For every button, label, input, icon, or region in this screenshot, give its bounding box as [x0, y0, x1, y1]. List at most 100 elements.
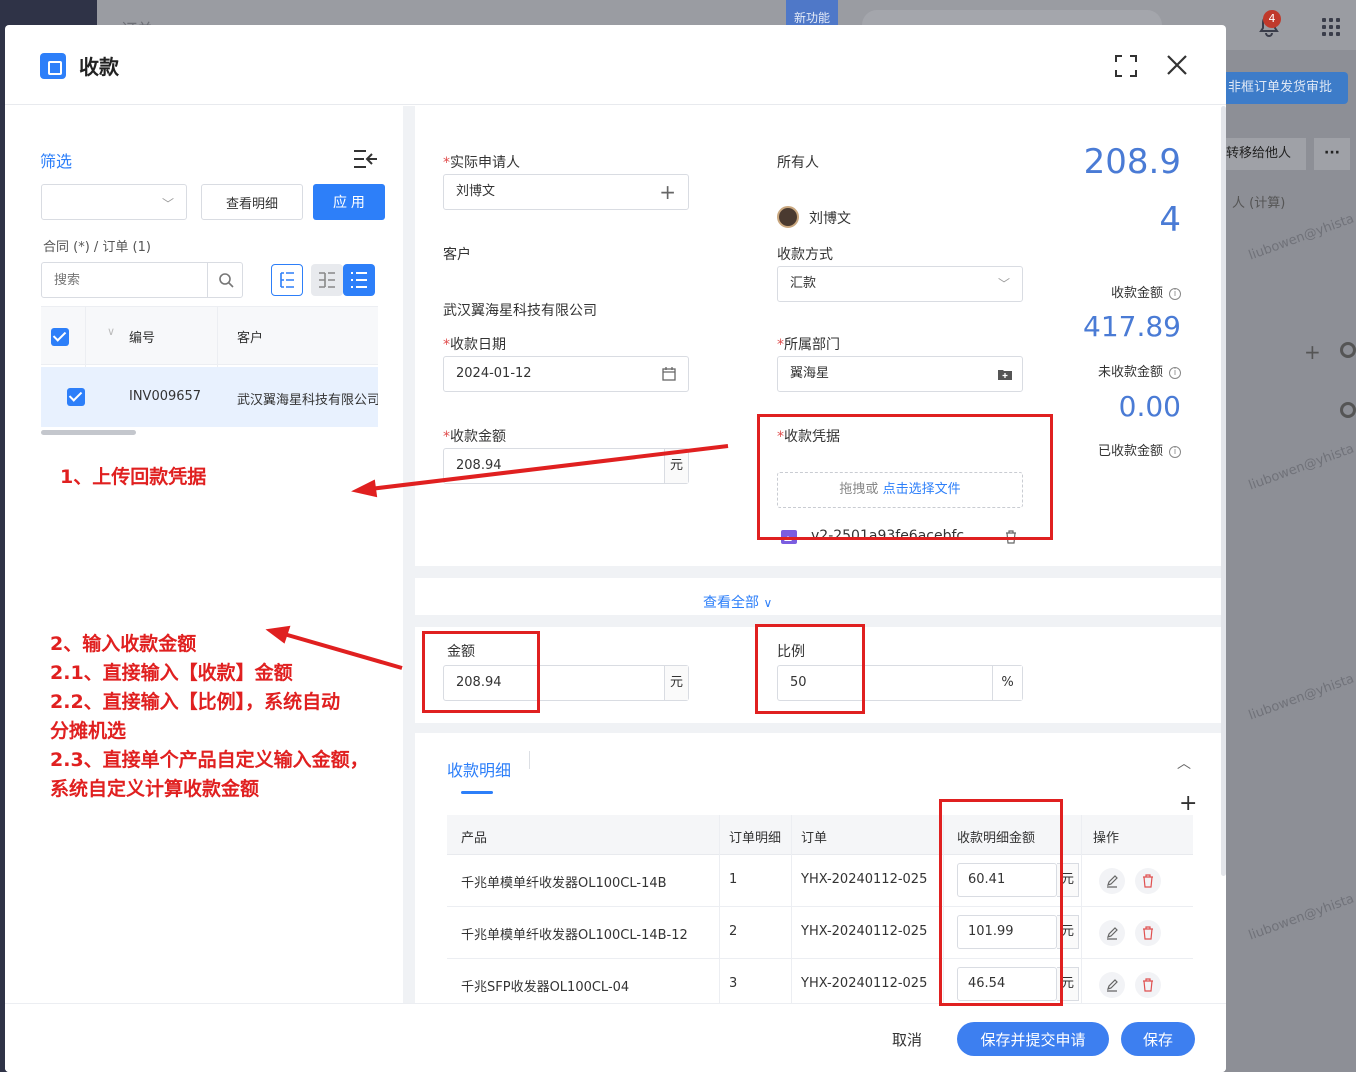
annotation-upload-voucher: 1、上传回款凭据	[60, 466, 207, 488]
view-detail-button[interactable]: 查看明细	[201, 184, 303, 220]
background-calc-label: 人 (计算)	[1232, 196, 1286, 211]
voucher-highlight-box	[757, 414, 1053, 540]
filter-select[interactable]: ﹀	[41, 184, 187, 220]
approve-button: 非框订单发货审批	[1226, 72, 1348, 104]
fullscreen-icon[interactable]	[1115, 55, 1137, 77]
close-icon[interactable]	[1165, 53, 1189, 77]
add-row-button[interactable]: +	[1179, 791, 1197, 816]
gear-icon	[1340, 402, 1356, 418]
info-icon[interactable]: i	[1169, 366, 1181, 379]
order-grid: ∨ 编号 客户 INV009657 武汉翼海星科技有限公司	[41, 306, 378, 438]
select-all-checkbox[interactable]	[51, 328, 69, 346]
section-divider	[415, 566, 1221, 578]
row-checkbox[interactable]	[67, 388, 85, 406]
col-order-line: 订单明细	[729, 831, 782, 846]
add-icon[interactable]: +	[659, 175, 676, 209]
collapse-section-icon[interactable]: ︿	[1177, 753, 1191, 773]
view-all-link[interactable]: 查看全部 ∨	[703, 592, 772, 612]
collected-amount-value: 0.00	[1118, 390, 1181, 423]
cell-order: YHX-20240112-025	[801, 872, 928, 887]
apply-button[interactable]: 应 用	[313, 184, 385, 220]
modal-footer: 取消 保存并提交申请 保存	[5, 1003, 1226, 1072]
search-input[interactable]	[42, 263, 206, 297]
chevron-down-icon: ﹀	[997, 277, 1010, 291]
tree-view-button[interactable]	[271, 264, 303, 296]
filter-tabs[interactable]: 合同 (*) / 订单 (1)	[43, 236, 151, 255]
collapse-panel-icon[interactable]	[353, 148, 379, 170]
flat-view-button[interactable]	[311, 264, 343, 296]
annotation-amount-step: 系统自定义计算收款金额	[50, 778, 260, 800]
cancel-button[interactable]: 取消	[871, 1022, 943, 1056]
date-field[interactable]: 2024-01-12	[443, 356, 689, 392]
filter-title: 筛选	[40, 152, 73, 171]
edit-icon[interactable]	[1099, 920, 1125, 946]
amount-highlight-box	[422, 631, 540, 713]
tab-payment-details[interactable]: 收款明细	[447, 757, 511, 781]
unreceived-amount-label: 未收款金额 i	[1098, 361, 1181, 380]
cell-order: YHX-20240112-025	[801, 924, 928, 939]
grid-header-id: 编号	[129, 331, 156, 346]
annotation-amount-step: 分摊机选	[50, 720, 127, 742]
date-label: *收款日期	[443, 337, 506, 353]
payment-icon	[40, 53, 66, 79]
save-and-submit-button[interactable]: 保存并提交申请	[957, 1022, 1109, 1056]
grid-cell-id: INV009657	[129, 389, 202, 404]
annotation-amount-step: 2.2、直接输入【比例】，系统自动	[50, 691, 341, 713]
cell-order-line: 3	[729, 976, 738, 991]
search-icon[interactable]	[218, 272, 234, 288]
section-divider	[415, 723, 1221, 733]
info-icon[interactable]: i	[1169, 445, 1181, 458]
calendar-icon[interactable]	[662, 367, 676, 381]
department-label: *所属部门	[777, 337, 840, 353]
tab-separator	[529, 751, 530, 769]
filter-search	[41, 262, 243, 298]
unreceived-amount-value: 417.89	[1083, 310, 1181, 343]
horizontal-scrollbar[interactable]	[41, 430, 136, 435]
filter-panel: 筛选 ﹀ 查看明细 应 用 合同 (*) / 订单 (1) ∨ 编号 客户	[5, 106, 403, 1072]
delete-icon[interactable]	[1135, 920, 1161, 946]
ratio-highlight-box	[755, 624, 865, 714]
modal-title: 收款	[79, 55, 119, 79]
table-row[interactable]: INV009657 武汉翼海星科技有限公司	[41, 367, 378, 427]
department-field[interactable]: 翼海星	[777, 356, 1023, 392]
folder-icon[interactable]	[998, 368, 1012, 380]
tab-underline	[461, 791, 493, 794]
info-icon[interactable]: i	[1169, 287, 1181, 300]
avatar	[777, 206, 799, 228]
amount-field[interactable]: 208.94 元	[443, 448, 689, 484]
edit-icon[interactable]	[1099, 868, 1125, 894]
cell-order-line: 1	[729, 872, 738, 887]
col-actions: 操作	[1093, 831, 1120, 846]
plus-icon: +	[1304, 340, 1321, 364]
gear-icon	[1340, 342, 1356, 358]
save-button[interactable]: 保存	[1121, 1022, 1195, 1056]
apps-grid-icon	[1322, 18, 1340, 36]
more-button: ···	[1314, 138, 1350, 170]
received-amount-label: 收款金额 i	[1111, 282, 1181, 301]
applicant-label: *实际申请人	[443, 155, 520, 171]
panel-divider	[403, 106, 415, 1072]
applicant-field[interactable]: 刘博文 +	[443, 174, 689, 210]
edit-icon[interactable]	[1099, 972, 1125, 998]
percent-label: %	[992, 666, 1022, 700]
table-row: 千兆单模单纤收发器OL100CL-14B-12 2 YHX-20240112-0…	[447, 907, 1193, 959]
list-view-button[interactable]	[343, 264, 375, 296]
transfer-button: 转移给他人	[1226, 138, 1306, 170]
table-row: 千兆单模单纤收发器OL100CL-14B 1 YHX-20240112-025 …	[447, 855, 1193, 907]
detail-amount-highlight-box	[939, 799, 1063, 1006]
cell-order-line: 2	[729, 924, 738, 939]
payment-method-select[interactable]: 汇款 ﹀	[777, 266, 1023, 302]
delete-icon[interactable]	[1135, 868, 1161, 894]
collected-amount-label: 已收款金额 i	[1098, 440, 1181, 459]
delete-icon[interactable]	[1135, 972, 1161, 998]
chevron-down-icon: ﹀	[161, 197, 174, 211]
owner-label: 所有人	[777, 155, 819, 171]
received-amount-line2: 4	[1159, 200, 1181, 240]
vertical-scrollbar[interactable]	[1221, 106, 1226, 876]
chevron-down-icon[interactable]: ∨	[107, 325, 115, 338]
payment-method-label: 收款方式	[777, 247, 833, 263]
col-product: 产品	[461, 831, 488, 846]
owner-value: 刘博文	[809, 211, 851, 227]
cell-product: 千兆SFP收发器OL100CL-04	[461, 980, 630, 995]
cell-product: 千兆单模单纤收发器OL100CL-14B	[461, 876, 667, 891]
